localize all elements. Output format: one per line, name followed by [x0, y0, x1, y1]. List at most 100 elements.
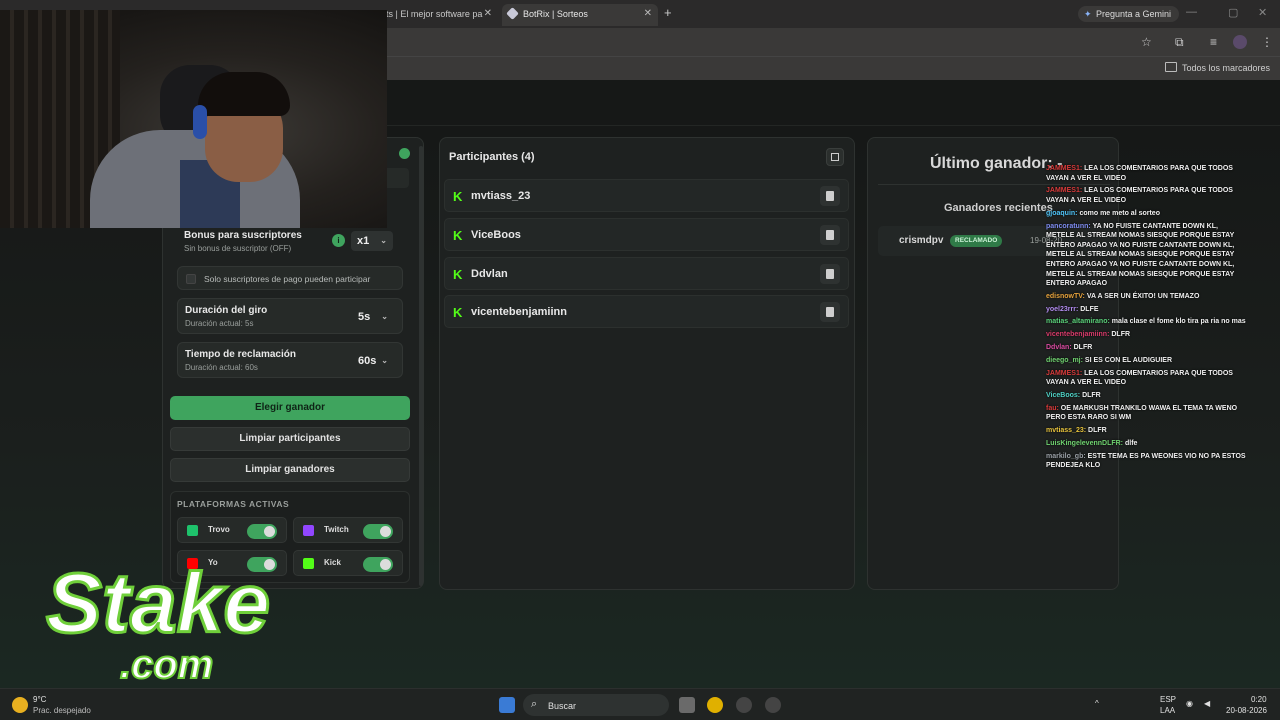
subs-only-card[interactable]: Solo suscriptores de pago pueden partici… — [177, 266, 403, 290]
browser-tab-active[interactable]: BotRix | Sorteos ✕ — [502, 4, 658, 26]
subs-only-label: Solo suscriptores de pago pueden partici… — [204, 274, 371, 284]
kick-icon: K — [453, 228, 463, 243]
tab-title: ts | El mejor software pa — [386, 9, 483, 19]
media-player-icon[interactable] — [736, 697, 752, 713]
weather-temp: 9°C — [33, 695, 47, 704]
network-icon[interactable]: ◉ — [1186, 699, 1193, 708]
chat-text: DLFR — [1111, 331, 1131, 339]
chat-username: gjoaquin: — [1046, 209, 1078, 217]
kick-icon: K — [453, 267, 463, 282]
participant-name: Ddvlan — [471, 268, 508, 280]
claim-select[interactable]: 60s ⌄ — [352, 351, 394, 371]
chat-message: dieego_mj: SI ES CON EL AUDIGUIER — [1046, 356, 1246, 366]
ask-gemini-button[interactable]: Pregunta a Gemini — [1078, 6, 1180, 22]
info-icon[interactable]: i — [332, 234, 345, 247]
chat-message: markilo_gb: ESTE TEMA ES PA WEONES VIO N… — [1046, 452, 1246, 471]
search-label: Buscar — [548, 701, 577, 711]
chat-username: yoel23rrr: — [1046, 305, 1079, 313]
menu-icon[interactable]: ⋮ — [1261, 35, 1273, 49]
search-box[interactable]: ⌕ Buscar — [523, 694, 669, 716]
tab-title: BotRix | Sorteos — [523, 9, 588, 19]
trovo-icon — [187, 525, 198, 536]
close-tab-icon[interactable]: ✕ — [484, 4, 492, 24]
platforms-title: PLATAFORMAS ACTIVAS — [177, 499, 290, 509]
chevron-up-icon[interactable]: ^ — [1095, 699, 1099, 708]
chat-message: LuisKingelevennDLFR: dlfe — [1046, 439, 1246, 449]
chat-username: fau: — [1046, 404, 1059, 412]
weather-icon[interactable] — [12, 697, 28, 713]
clear-winners-button[interactable]: Limpiar ganadores — [170, 458, 410, 482]
trash-icon[interactable] — [820, 225, 840, 245]
chat-text: VA A SER UN ÉXITO! UN TEMAZO — [1086, 292, 1200, 300]
spin-select[interactable]: 5s ⌄ — [352, 307, 394, 327]
chat-username: dieego_mj: — [1046, 356, 1083, 364]
close-tab-icon[interactable]: ✕ — [644, 4, 652, 24]
reading-list-icon[interactable]: ≡ — [1210, 35, 1217, 49]
kick-icon: K — [453, 305, 463, 320]
recent-winners-title: Ganadores recientes — [944, 202, 1053, 214]
extensions-icon[interactable]: ⧉ — [1175, 35, 1184, 50]
participant-row: K Ddvlan — [444, 257, 849, 290]
close-window-icon[interactable]: ✕ — [1258, 6, 1267, 19]
chat-message: yoel23rrr: DLFE — [1046, 305, 1246, 315]
chat-username: LuisKingelevennDLFR: — [1046, 439, 1124, 447]
trash-icon[interactable] — [820, 186, 840, 206]
chat-text: DLFE — [1080, 305, 1099, 313]
clear-participants-button[interactable]: Limpiar participantes — [170, 427, 410, 451]
maximize-icon[interactable]: ▢ — [1228, 6, 1238, 19]
task-view-icon[interactable] — [679, 697, 695, 713]
spin-subtitle: Duración actual: 5s — [185, 319, 254, 328]
headphones — [193, 105, 207, 139]
browser-tab[interactable]: ts | El mejor software pa ✕ — [380, 4, 498, 26]
chat-username: pancoratunn: — [1046, 222, 1091, 230]
twitch-toggle[interactable] — [363, 524, 393, 539]
winner-name: crismdpv — [899, 235, 944, 246]
windows-start-icon[interactable] — [499, 697, 515, 713]
language-code[interactable]: ESP — [1160, 695, 1176, 704]
bonus-select[interactable]: x1 ⌄ — [351, 231, 393, 251]
platform-label: Twitch — [324, 525, 349, 534]
botrix-favicon-icon — [506, 7, 519, 20]
chat-message: JAMMES1: LEA LOS COMENTARIOS PARA QUE TO… — [1046, 369, 1246, 388]
webcam-overlay — [0, 10, 387, 228]
kick-icon: K — [453, 189, 463, 204]
chat-text: SI ES CON EL AUDIGUIER — [1084, 356, 1173, 364]
minimize-icon[interactable]: — — [1186, 6, 1197, 18]
copy-icon[interactable] — [826, 148, 844, 166]
chat-text: DLFR — [1088, 427, 1107, 435]
chat-message: matias_altamirano: mala clase el fome kl… — [1046, 317, 1246, 327]
bonus-select-value: x1 — [357, 235, 370, 247]
star-icon[interactable]: ☆ — [1141, 35, 1152, 49]
pick-winner-button[interactable]: Elegir ganador — [170, 396, 410, 420]
chat-message: vicentebenjamiinn: DLFR — [1046, 330, 1246, 340]
claim-select-value: 60s — [358, 355, 377, 367]
app-icon[interactable] — [765, 697, 781, 713]
new-tab-icon[interactable]: + — [664, 5, 672, 20]
platform-label: Kick — [324, 558, 341, 567]
chat-message: ViceBoos: DLFR — [1046, 391, 1246, 401]
chevron-down-icon: ⌄ — [380, 236, 387, 245]
chat-text: DLFR — [1082, 391, 1101, 399]
chat-username: markilo_gb: — [1046, 452, 1086, 460]
chat-message: gjoaquin: como me meto al sorteo — [1046, 209, 1246, 219]
chrome-icon[interactable] — [707, 697, 723, 713]
svg-text:Stake: Stake — [46, 556, 270, 650]
scrollbar[interactable] — [419, 146, 423, 586]
chat-text: mala clase el fome klo tira pa ria no ma… — [1111, 318, 1246, 326]
chat-text: dlfe — [1124, 439, 1138, 447]
chat-username: mvtiass_23: — [1046, 427, 1087, 435]
chat-message: JAMMES1: LEA LOS COMENTARIOS PARA QUE TO… — [1046, 186, 1246, 205]
all-bookmarks-button[interactable]: Todos los marcadores — [1165, 62, 1270, 73]
info-icon[interactable] — [399, 148, 410, 159]
trash-icon[interactable] — [820, 264, 840, 284]
trovo-toggle[interactable] — [247, 524, 277, 539]
profile-avatar[interactable] — [1233, 35, 1247, 49]
trash-icon[interactable] — [820, 302, 840, 322]
volume-icon[interactable]: ◀ — [1204, 699, 1210, 708]
spin-title: Duración del giro — [185, 305, 268, 316]
subs-only-checkbox[interactable] — [186, 274, 196, 284]
bonus-title: Bonus para suscriptores — [184, 230, 302, 241]
participant-name: vicentebenjamiinn — [471, 306, 567, 318]
chat-message: fau: OE MARKUSH TRANKILO WAWA EL TEMA TA… — [1046, 404, 1246, 423]
kick-toggle[interactable] — [363, 557, 393, 572]
